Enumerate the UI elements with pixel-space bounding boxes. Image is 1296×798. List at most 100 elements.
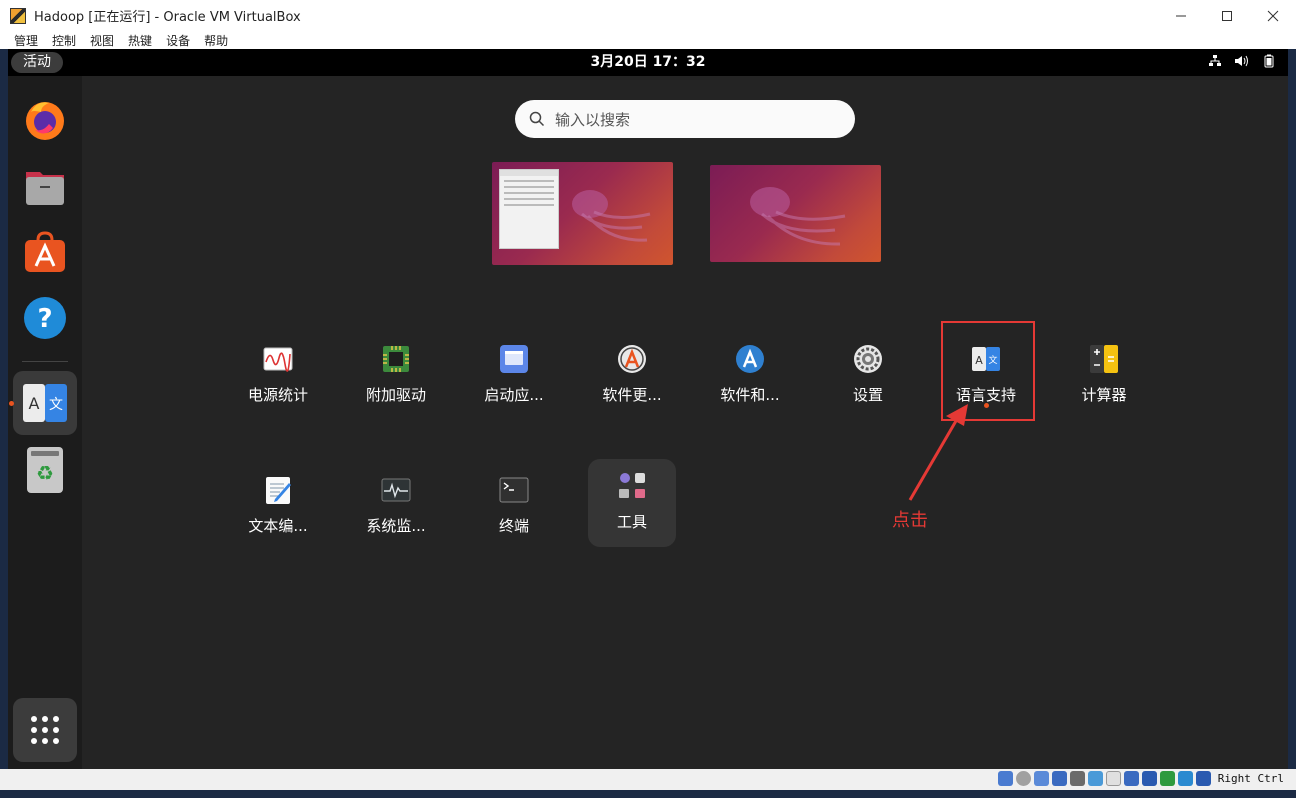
app-settings[interactable]: 设置 <box>822 332 914 420</box>
utilities-folder-icon <box>619 473 645 498</box>
app-label: 工具 <box>616 513 647 531</box>
app-terminal[interactable]: 终端 <box>468 463 560 551</box>
workspace-thumbnail-1[interactable] <box>492 162 673 265</box>
vm-screen: 活动 3月20日 17：32 ? A 文 ♻ 输入以搜索 电源统计 附加驱动 启… <box>8 49 1288 769</box>
menu-manage[interactable]: 管理 <box>14 32 38 49</box>
app-label: 设置 <box>852 386 883 404</box>
help-icon: ? <box>24 297 66 339</box>
running-indicator <box>9 401 14 406</box>
menu-control[interactable]: 控制 <box>52 32 76 49</box>
svg-text:A: A <box>29 394 40 413</box>
app-label: 文本编... <box>248 517 308 535</box>
statusbar: Right Ctrl <box>0 769 1296 790</box>
startup-applications-icon <box>500 345 528 373</box>
app-additional-drivers[interactable]: 附加驱动 <box>350 332 442 420</box>
keyboard-capture-icon[interactable] <box>1195 771 1211 786</box>
app-startup-applications[interactable]: 启动应... <box>468 332 560 420</box>
app-label: 启动应... <box>484 386 544 404</box>
app-label: 附加驱动 <box>365 386 426 404</box>
app-power-statistics[interactable]: 电源统计 <box>232 332 324 420</box>
virtualbox-app-icon <box>10 7 26 24</box>
app-label: 计算器 <box>1081 386 1127 404</box>
software-updater-icon <box>618 345 646 373</box>
search-input[interactable]: 输入以搜索 <box>515 100 855 138</box>
system-monitor-icon <box>381 478 411 502</box>
gnome-top-bar: 活动 3月20日 17：32 <box>8 49 1288 76</box>
volume-icon <box>1235 55 1248 67</box>
battery-icon <box>1264 54 1274 68</box>
app-label: 终端 <box>498 517 529 535</box>
usb-icon[interactable] <box>1069 771 1085 786</box>
app-software-sources[interactable]: 软件和... <box>704 332 796 420</box>
window-title: Hadoop [正在运行] - Oracle VM VirtualBox <box>34 10 301 25</box>
svg-text:?: ? <box>37 304 52 334</box>
dock-firefox[interactable] <box>13 88 77 152</box>
app-system-monitor[interactable]: 系统监... <box>350 463 442 551</box>
app-text-editor[interactable]: 文本编... <box>232 463 324 551</box>
audio-icon[interactable] <box>1033 771 1049 786</box>
optical-drive-icon[interactable] <box>1015 771 1031 786</box>
shared-folders-icon[interactable] <box>1087 771 1103 786</box>
minimize-icon <box>1176 15 1186 16</box>
jellyfish-wallpaper-art <box>572 190 651 242</box>
search-icon <box>529 111 545 127</box>
app-calculator[interactable]: 计算器 <box>1058 332 1150 420</box>
show-apps-grid-icon <box>31 716 59 744</box>
files-icon <box>26 172 64 205</box>
menu-help[interactable]: 帮助 <box>204 32 228 49</box>
terminal-icon <box>499 477 529 503</box>
host-key-label: Right Ctrl <box>1217 772 1284 785</box>
video-capture-icon[interactable] <box>1123 771 1139 786</box>
network-adapter-icon[interactable] <box>1051 771 1067 786</box>
maximize-icon <box>1222 10 1232 21</box>
dock-files[interactable] <box>13 154 77 218</box>
app-label: 软件更... <box>602 386 662 404</box>
dock-separator <box>22 361 68 362</box>
window-titlebar: Hadoop [正在运行] - Oracle VM VirtualBox <box>0 0 1296 31</box>
menu-devices[interactable]: 设备 <box>166 32 190 49</box>
app-label: 软件和... <box>720 386 780 404</box>
clock[interactable]: 3月20日 17：32 <box>8 49 1288 76</box>
display-icon[interactable] <box>1105 771 1121 786</box>
app-center-icon <box>25 231 65 272</box>
dock: ? A 文 ♻ <box>8 76 82 769</box>
mouse-integration-icon[interactable] <box>1177 771 1193 786</box>
menu-hotkeys[interactable]: 热键 <box>128 32 152 49</box>
network-icon <box>1209 55 1221 66</box>
annotation-arrow <box>908 404 968 501</box>
power-statistics-icon <box>263 347 293 372</box>
hard-disk-icon[interactable] <box>997 771 1013 786</box>
search-placeholder: 输入以搜索 <box>555 110 631 129</box>
calculator-icon <box>1090 345 1118 373</box>
activities-overview: 输入以搜索 电源统计 附加驱动 启动应... 软件更... 软件和... 设置 … <box>82 76 1288 769</box>
annotation-label: 点击 <box>892 510 928 531</box>
settings-icon <box>854 345 882 373</box>
app-label: 电源统计 <box>247 386 308 404</box>
vt-x-icon[interactable] <box>1159 771 1175 786</box>
app-utilities-folder[interactable]: 工具 <box>588 459 676 547</box>
dock-app-center[interactable] <box>13 220 77 284</box>
maximize-button[interactable] <box>1204 0 1250 31</box>
dock-help[interactable]: ? <box>13 286 77 350</box>
running-indicator <box>984 403 989 408</box>
show-apps-button[interactable] <box>13 698 77 762</box>
window-preview-language-support[interactable] <box>499 169 559 249</box>
dock-language-support[interactable]: A 文 <box>13 371 77 435</box>
language-support-icon: A 文 <box>23 384 67 422</box>
svg-text:文: 文 <box>49 397 63 413</box>
text-editor-icon <box>266 477 291 504</box>
firefox-icon <box>26 102 64 140</box>
minimize-button[interactable] <box>1158 0 1204 31</box>
dock-trash[interactable]: ♻ <box>13 438 77 502</box>
workspace-thumbnail-2[interactable] <box>710 165 881 262</box>
app-label: 系统监... <box>366 517 426 535</box>
software-sources-icon <box>736 345 764 373</box>
system-tray[interactable] <box>1208 54 1276 68</box>
close-button[interactable] <box>1250 0 1296 31</box>
app-software-updater[interactable]: 软件更... <box>586 332 678 420</box>
close-icon <box>1267 10 1279 21</box>
additional-drivers-icon <box>383 346 409 372</box>
menu-view[interactable]: 视图 <box>90 32 114 49</box>
svg-text:♻: ♻ <box>36 461 54 485</box>
cpu-icon[interactable] <box>1141 771 1157 786</box>
